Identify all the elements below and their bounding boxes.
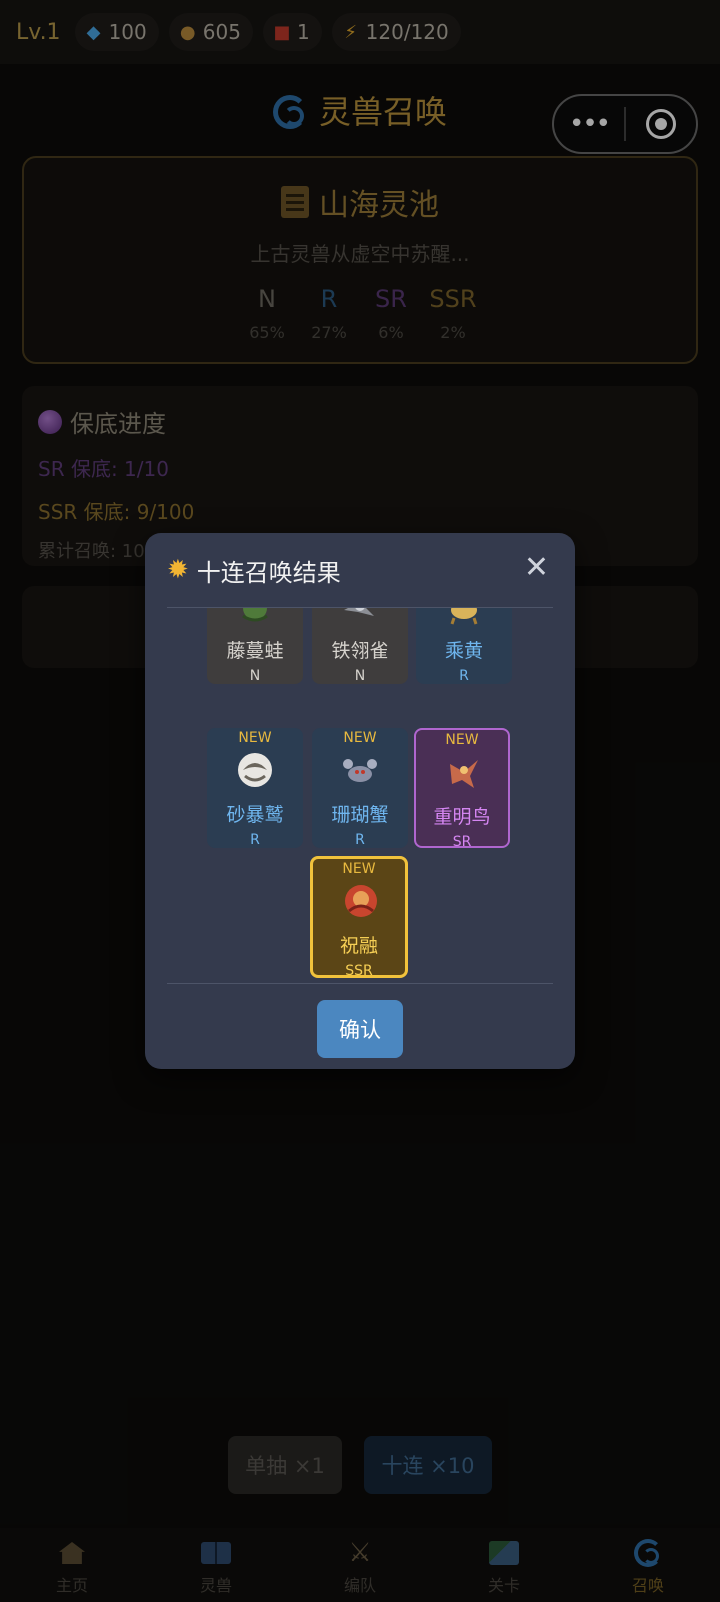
new-badge: NEW <box>445 732 479 748</box>
ten-summon-result-dialog: ✹ 十连召唤结果 ✕ 藤蔓蛙 N 铁翎雀 N 乘黄 R NEW 砂暴鹫 R NE… <box>145 533 575 1069</box>
beast-rank: N <box>354 668 366 684</box>
result-card[interactable]: 铁翎雀 N <box>312 608 408 684</box>
beast-name: 铁翎雀 <box>331 640 389 662</box>
chenghuang-sprite <box>450 608 478 625</box>
new-badge: NEW <box>343 730 377 746</box>
result-grid[interactable]: 藤蔓蛙 N 铁翎雀 N 乘黄 R NEW 砂暴鹫 R NEW 珊瑚蟹 R NEW <box>167 608 553 982</box>
beast-rank: R <box>459 668 469 684</box>
coral-crab-sprite <box>343 759 377 782</box>
beast-rank: SSR <box>345 963 373 979</box>
result-card[interactable]: NEW 砂暴鹫 R <box>207 728 303 848</box>
close-icon[interactable]: ✕ <box>524 553 549 583</box>
beast-name: 重明鸟 <box>433 806 491 828</box>
beast-rank: R <box>355 832 365 848</box>
result-card[interactable]: NEW 祝融 SSR <box>310 856 408 979</box>
beast-rank: R <box>250 832 260 848</box>
divider <box>167 983 553 984</box>
vine-frog-sprite <box>242 608 268 622</box>
beast-name: 祝融 <box>339 935 378 957</box>
result-card[interactable]: NEW 重明鸟 SR <box>414 728 510 850</box>
beast-rank: SR <box>452 834 472 850</box>
dialog-title: 十连召唤结果 <box>196 558 341 587</box>
beast-name: 乘黄 <box>444 640 483 662</box>
iron-sparrow-sprite <box>344 608 374 616</box>
result-card[interactable]: 藤蔓蛙 N <box>207 608 303 684</box>
beast-name: 砂暴鹫 <box>226 804 284 826</box>
sun-icon: ✹ <box>167 555 189 585</box>
result-card[interactable]: NEW 珊瑚蟹 R <box>312 728 408 848</box>
confirm-button[interactable]: 确认 <box>317 1000 403 1058</box>
beast-rank: N <box>249 668 261 684</box>
zhurong-sprite <box>345 885 377 917</box>
sandstorm-vulture-sprite <box>238 753 272 787</box>
new-badge: NEW <box>238 730 272 746</box>
new-badge: NEW <box>342 861 376 877</box>
beast-name: 珊瑚蟹 <box>331 804 389 826</box>
beast-name: 藤蔓蛙 <box>226 640 284 662</box>
chongming-bird-sprite <box>450 760 478 788</box>
result-card[interactable]: 乘黄 R <box>416 608 512 684</box>
